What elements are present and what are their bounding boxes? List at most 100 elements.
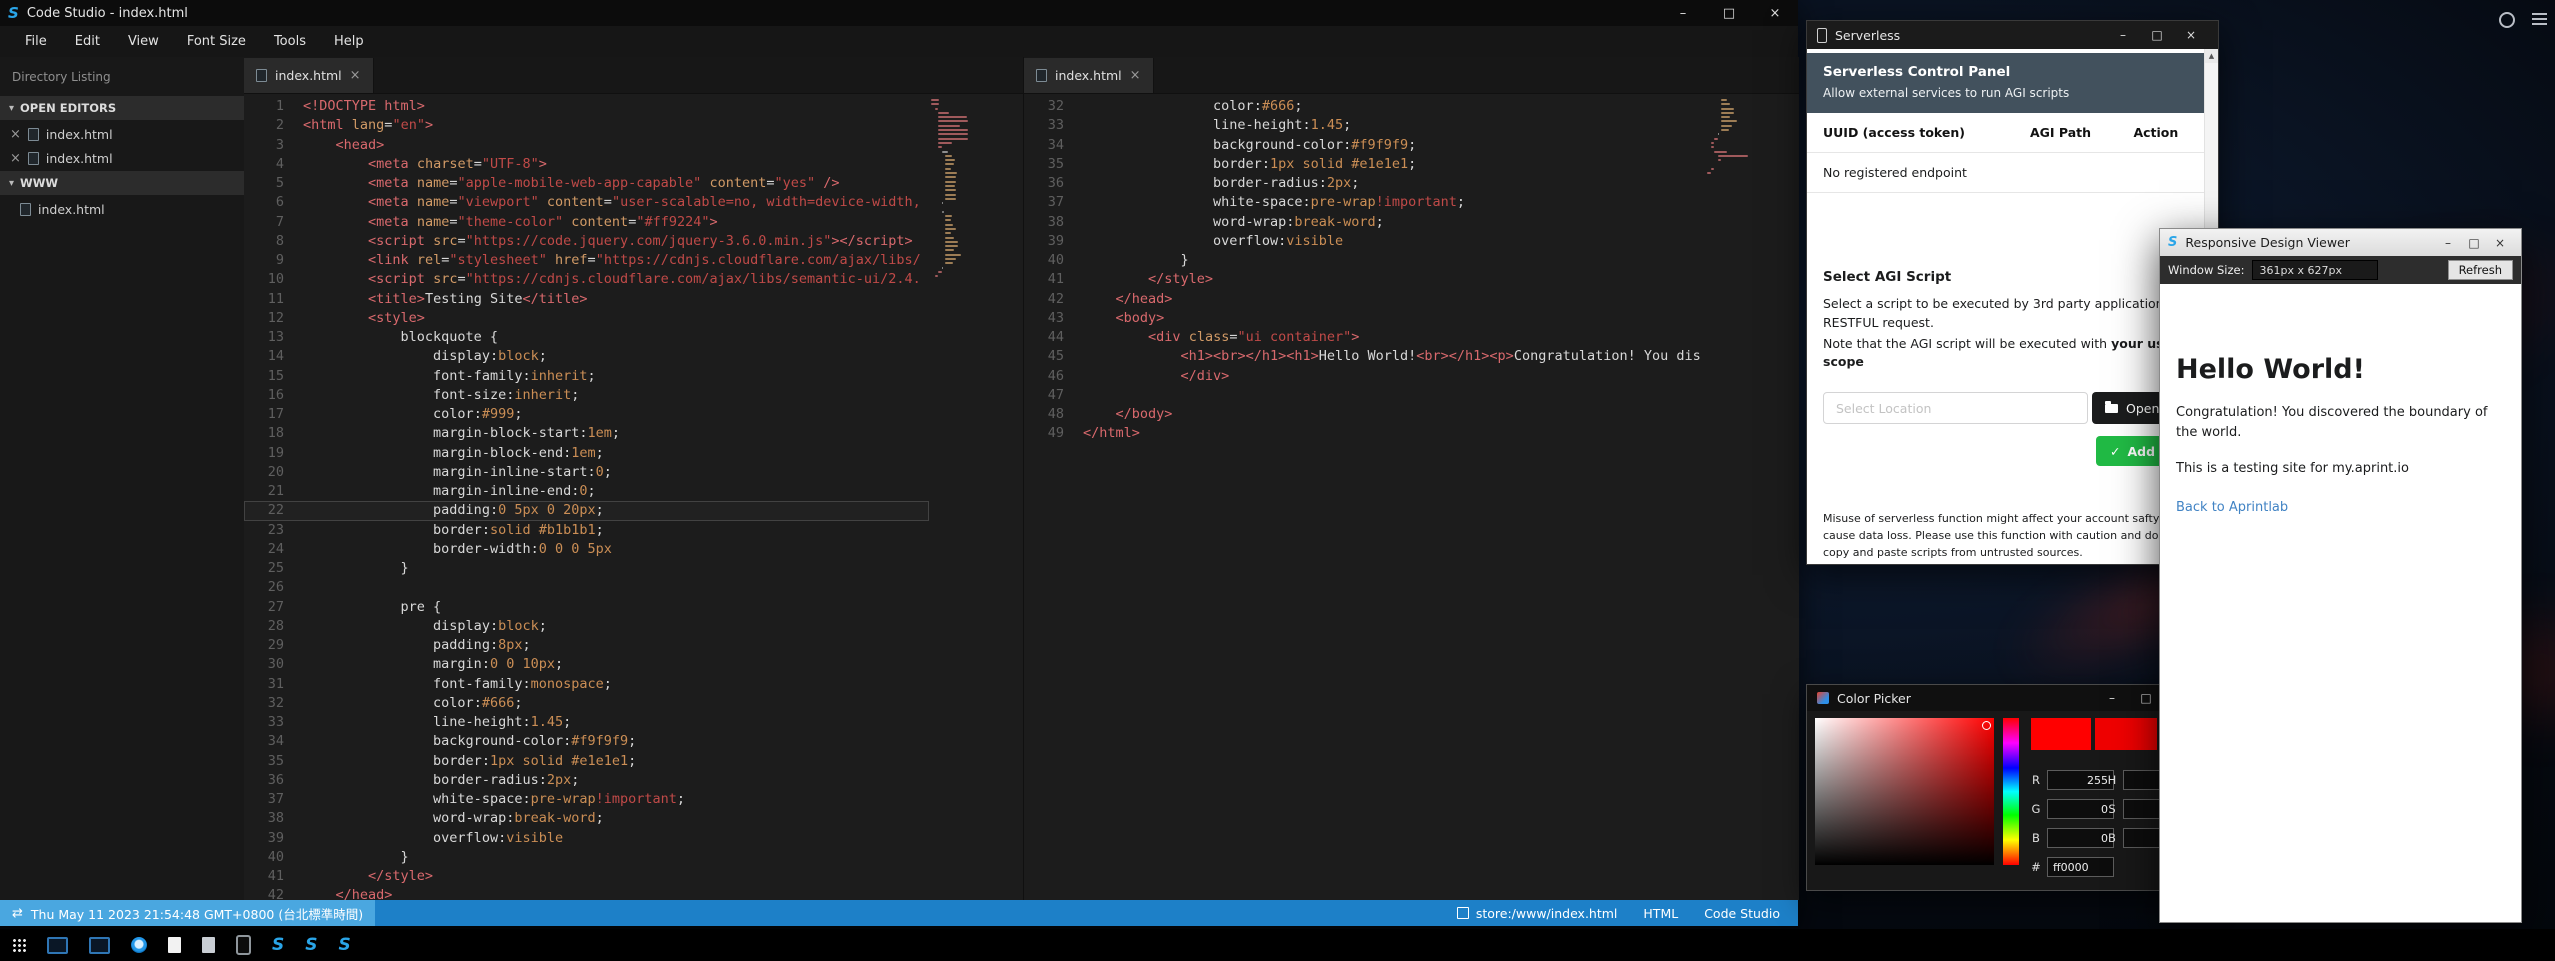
code-line[interactable]: 40 } <box>244 848 929 867</box>
minimize-button[interactable]: – <box>2435 229 2461 256</box>
terminal-window-icon[interactable] <box>47 937 68 954</box>
code-line[interactable]: 23 border:solid #b1b1b1; <box>244 521 929 540</box>
code-studio-icon[interactable]: S <box>339 937 351 954</box>
code-line[interactable]: 36 border-radius:2px; <box>244 771 929 790</box>
red-input[interactable] <box>2047 770 2114 790</box>
close-button[interactable]: × <box>2487 229 2513 256</box>
code-line[interactable]: 21 margin-inline-end:0; <box>244 482 929 501</box>
code-line[interactable]: 27 pre { <box>244 598 929 617</box>
open-editor-item[interactable]: × index.html <box>0 123 244 147</box>
menu-icon[interactable] <box>2532 13 2547 25</box>
menu-tools[interactable]: Tools <box>261 28 319 55</box>
statusbar-datetime[interactable]: ⇄ Thu May 11 2023 21:54:48 GMT+0800 (台北標… <box>0 900 375 926</box>
code-line[interactable]: 47 <box>1024 386 1705 405</box>
code-line[interactable]: 32 color:#666; <box>1024 97 1705 116</box>
code-studio-icon[interactable]: S <box>305 937 317 954</box>
close-button[interactable]: × <box>1752 0 1798 26</box>
minimize-button[interactable]: – <box>2095 685 2129 711</box>
minimize-button[interactable]: – <box>1660 0 1706 26</box>
code-line[interactable]: 38 word-wrap:break-word; <box>1024 213 1705 232</box>
menu-help[interactable]: Help <box>321 28 377 55</box>
terminal-window-icon[interactable] <box>89 937 110 954</box>
close-icon[interactable]: × <box>10 128 21 141</box>
code-line[interactable]: 29 padding:8px; <box>244 636 929 655</box>
code-line[interactable]: 33 line-height:1.45; <box>1024 116 1705 135</box>
close-icon[interactable]: × <box>10 152 21 165</box>
tree-file-item[interactable]: index.html <box>0 198 244 222</box>
code-line[interactable]: 5 <meta name="apple-mobile-web-app-capab… <box>244 174 929 193</box>
editor-pane-right[interactable]: 32 color:#666;33 line-height:1.45;34 bac… <box>1024 93 1799 900</box>
minimap[interactable] <box>931 99 967 279</box>
saturation-cursor[interactable] <box>1982 721 1991 730</box>
code-line[interactable]: 17 color:#999; <box>244 405 929 424</box>
code-studio-icon[interactable]: S <box>272 937 284 954</box>
code-line[interactable]: 33 line-height:1.45; <box>244 713 929 732</box>
code-line[interactable]: 11 <title>Testing Site</title> <box>244 290 929 309</box>
code-line[interactable]: 4 <meta charset="UTF-8"> <box>244 155 929 174</box>
code-line[interactable]: 1<!DOCTYPE html> <box>244 97 929 116</box>
code-line[interactable]: 8 <script src="https://code.jquery.com/j… <box>244 232 929 251</box>
restore-button[interactable]: □ <box>1706 0 1752 26</box>
code-line[interactable]: 31 font-family:monospace; <box>244 675 929 694</box>
code-line[interactable]: 10 <script src="https://cdnjs.cloudflare… <box>244 270 929 289</box>
code-area[interactable]: 1<!DOCTYPE html>2<html lang="en">3 <head… <box>244 97 929 900</box>
previous-color-swatch[interactable] <box>2095 718 2157 750</box>
code-line[interactable]: 34 background-color:#f9f9f9; <box>1024 136 1705 155</box>
code-line[interactable]: 49</html> <box>1024 424 1705 443</box>
www-folder-header[interactable]: ▾ WWW <box>0 171 244 195</box>
close-icon[interactable]: × <box>1130 69 1141 82</box>
menu-file[interactable]: File <box>12 28 60 55</box>
code-line[interactable]: 12 <style> <box>244 309 929 328</box>
code-line[interactable]: 19 margin-block-end:1em; <box>244 444 929 463</box>
start-grid-icon[interactable] <box>12 938 26 952</box>
code-line[interactable]: 46 </div> <box>1024 367 1705 386</box>
code-line[interactable]: 26 <box>244 578 929 597</box>
code-line[interactable]: 9 <link rel="stylesheet" href="https://c… <box>244 251 929 270</box>
code-line[interactable]: 35 border:1px solid #e1e1e1; <box>244 752 929 771</box>
code-line[interactable]: 37 white-space:pre-wrap!important; <box>1024 193 1705 212</box>
menu-edit[interactable]: Edit <box>62 28 113 55</box>
code-line[interactable]: 7 <meta name="theme-color" content="#ff9… <box>244 213 929 232</box>
back-to-aprintlab-link[interactable]: Back to Aprintlab <box>2176 500 2288 515</box>
text-file-icon[interactable] <box>168 937 181 953</box>
code-line[interactable]: 2<html lang="en"> <box>244 116 929 135</box>
code-line[interactable]: 28 display:block; <box>244 617 929 636</box>
code-line[interactable]: 30 margin:0 0 10px; <box>244 655 929 674</box>
main-titlebar[interactable]: S Code Studio - index.html – □ × <box>0 0 1798 26</box>
code-line[interactable]: 32 color:#666; <box>244 694 929 713</box>
current-color-swatch[interactable] <box>2031 718 2091 750</box>
color-picker-titlebar[interactable]: Color Picker – □ × <box>1807 685 2207 711</box>
tab-index-html[interactable]: index.html × <box>1024 58 1154 93</box>
editor-pane-left[interactable]: 1<!DOCTYPE html>2<html lang="en">3 <head… <box>244 93 1023 900</box>
code-line[interactable]: 14 display:block; <box>244 347 929 366</box>
refresh-ring-icon[interactable] <box>2499 12 2515 28</box>
statusbar-language[interactable]: HTML <box>1643 906 1678 921</box>
code-line[interactable]: 13 blockquote { <box>244 328 929 347</box>
phone-device-icon[interactable] <box>236 935 251 955</box>
document-icon[interactable] <box>202 937 215 953</box>
code-line[interactable]: 6 <meta name="viewport" content="user-sc… <box>244 193 929 212</box>
blue-input[interactable] <box>2047 828 2114 848</box>
open-editor-item[interactable]: × index.html <box>0 147 244 171</box>
scroll-up-icon[interactable]: ▲ <box>2205 49 2218 63</box>
code-line[interactable]: 25 } <box>244 559 929 578</box>
code-line[interactable]: 3 <head> <box>244 136 929 155</box>
code-line[interactable]: 24 border-width:0 0 0 5px <box>244 540 929 559</box>
tab-index-html[interactable]: index.html × <box>244 58 374 93</box>
code-line[interactable]: 42 </head> <box>1024 290 1705 309</box>
code-line[interactable]: 36 border-radius:2px; <box>1024 174 1705 193</box>
code-line[interactable]: 34 background-color:#f9f9f9; <box>244 732 929 751</box>
code-area[interactable]: 32 color:#666;33 line-height:1.45;34 bac… <box>1024 97 1705 444</box>
code-line[interactable]: 48 </body> <box>1024 405 1705 424</box>
code-line[interactable]: 16 font-size:inherit; <box>244 386 929 405</box>
saturation-field[interactable] <box>1815 718 1994 865</box>
code-line[interactable]: 43 <body> <box>1024 309 1705 328</box>
code-line[interactable]: 39 overflow:visible <box>1024 232 1705 251</box>
close-button[interactable]: × <box>2174 21 2208 49</box>
code-line[interactable]: 20 margin-inline-start:0; <box>244 463 929 482</box>
code-line[interactable]: 45 <h1><br></h1><h1>Hello World!<br></h1… <box>1024 347 1705 366</box>
maximize-button[interactable]: □ <box>2129 685 2163 711</box>
minimize-button[interactable]: – <box>2106 21 2140 49</box>
green-input[interactable] <box>2047 799 2114 819</box>
statusbar-app-name[interactable]: Code Studio <box>1704 906 1780 921</box>
